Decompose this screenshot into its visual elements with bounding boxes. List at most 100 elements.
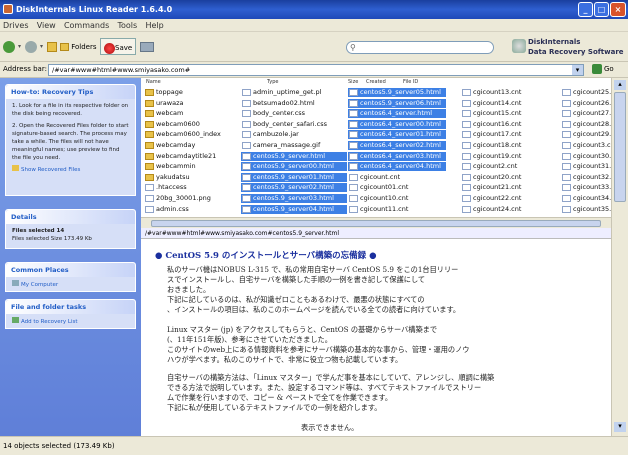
column-name[interactable]: Name [146,79,161,85]
column-file-id[interactable]: File ID [403,79,418,85]
file-item[interactable]: webcam [144,109,244,118]
column-size[interactable]: Size [348,79,358,85]
file-item[interactable]: cgicount27.cnt [561,109,611,118]
file-item[interactable]: webcam0600 [144,120,244,129]
file-item[interactable]: cgicount10.cnt [348,194,446,203]
file-item[interactable]: cgicount30.cnt [561,152,611,161]
add-to-recovery-link[interactable]: Add to Recovery List [6,314,135,329]
file-item[interactable]: cgicount18.cnt [461,141,541,150]
file-item[interactable]: cgicount24.cnt [461,205,541,214]
file-item[interactable]: cgicount01.cnt [348,183,446,192]
file-item[interactable]: admin.css [144,205,244,214]
menu-help[interactable]: Help [142,19,166,32]
file-item[interactable]: cgicount20.cnt [461,173,541,182]
file-item[interactable]: cgicount11.cnt [348,205,446,214]
file-item[interactable]: cgicount32.cnt [561,173,611,182]
details-panel-title[interactable]: Details [6,210,135,224]
file-item[interactable]: cgicount16.cnt [461,120,541,129]
file-item[interactable]: centos6.4_server04.html [348,162,446,172]
file-item[interactable]: cgicount29.cnt [561,130,611,139]
file-item[interactable]: centos6.4_server03.html [348,151,446,161]
file-item[interactable]: webcamday [144,141,244,150]
file-item[interactable]: toppage [144,88,244,97]
file-item[interactable]: cgicount33.cnt [561,183,611,192]
file-item[interactable]: cgicount13.cnt [461,88,541,97]
file-item[interactable]: centos5.9_server01.html [241,172,347,182]
horizontal-scroll-thumb[interactable] [151,220,601,227]
file-item[interactable]: cgicount28.cnt [561,120,611,129]
file-item[interactable]: webcammin [144,162,244,171]
file-item[interactable]: centos5.9_server03.html [241,194,347,203]
menu-commands[interactable]: Commands [61,19,112,32]
file-item[interactable]: cgicount15.cnt [461,109,541,118]
file-item[interactable]: cgicount21.cnt [461,183,541,192]
file-item[interactable]: 20bg_30001.png [144,194,244,203]
file-item[interactable]: webcam0600_index [144,130,244,139]
file-item[interactable]: cgicount17.cnt [461,130,541,139]
file-item[interactable]: cgicount19.cnt [461,152,541,161]
file-item[interactable]: cgicount25.cnt [561,88,611,97]
file-item[interactable]: centos5.9_server.html [241,151,347,161]
file-item[interactable]: cgicount14.cnt [461,99,541,108]
file-item[interactable]: centos5.9_server00.html [241,162,347,172]
file-item[interactable]: betsumado02.html [241,99,347,108]
vertical-scroll-thumb[interactable] [614,92,626,202]
file-item[interactable]: centos5.9_server06.html [348,98,446,108]
go-button[interactable]: Go [604,65,614,73]
save-button[interactable]: Save [100,38,137,55]
go-icon[interactable] [592,64,602,74]
show-recovered-link[interactable]: Show Recovered Files [12,165,129,174]
file-item[interactable]: cgicount26.cnt [561,99,611,108]
file-item[interactable]: webcamdaytitle21 [144,152,244,161]
address-dropdown-icon[interactable]: ▾ [572,65,583,75]
maximize-button[interactable]: □ [594,2,609,17]
file-item[interactable]: camera_massage.gif [241,141,347,150]
menu-drives[interactable]: Drives [0,19,32,32]
file-item[interactable]: cgicount22.cnt [461,194,541,203]
column-type[interactable]: Type [267,79,278,85]
file-item[interactable]: cgicount35.cnt [561,205,611,214]
file-item[interactable]: centos6.4_server02.html [348,141,446,150]
common-places-title[interactable]: Common Places [6,263,135,277]
file-item[interactable]: centos5.9_server04.html [241,204,347,214]
menu-view[interactable]: View [34,19,59,32]
scroll-down-button[interactable]: ▾ [614,422,626,432]
file-name: centos5.9_server00.html [253,162,334,171]
forward-button[interactable] [25,38,37,56]
file-item[interactable]: centos5.9_server02.html [241,183,347,193]
search-input[interactable]: ⚲ [346,41,494,54]
horizontal-scrollbar[interactable] [141,217,611,228]
up-folder-icon[interactable] [47,42,57,52]
minimize-button[interactable]: _ [578,2,593,17]
vertical-scrollbar[interactable]: ▴ ▾ [611,78,628,436]
file-item[interactable]: cgicount3.cnt [561,141,611,150]
close-button[interactable]: × [610,2,626,17]
menu-tools[interactable]: Tools [114,19,140,32]
file-item[interactable]: centos5.9_server05.html [348,88,446,97]
back-dropdown[interactable]: ▾ [18,38,21,56]
file-item[interactable]: cambuzole.jar [241,130,347,139]
scroll-up-button[interactable]: ▴ [614,80,626,90]
file-item[interactable]: .htaccess [144,183,244,192]
file-item[interactable]: yakudatsu [144,173,244,182]
back-button[interactable] [3,38,15,56]
file-item[interactable]: cgicount31.cnt [561,162,611,171]
column-created[interactable]: Created [366,79,386,85]
address-input[interactable]: /#var#www#html#www.smiyasako.com# ▾ [48,64,584,76]
forward-dropdown[interactable]: ▾ [40,38,43,56]
my-computer-link[interactable]: My Computer [6,277,135,292]
file-item[interactable]: body_center.css [241,109,347,118]
file-item[interactable]: urawaza [144,99,244,108]
file-item[interactable]: cgicount34.cnt [561,194,611,203]
file-item[interactable]: cgicount.cnt [348,173,446,182]
tips-panel-title[interactable]: How-to: Recovery Tips [6,85,135,99]
view-mode-icon[interactable] [140,42,154,52]
folders-button[interactable]: Folders [60,38,97,56]
file-tasks-title[interactable]: File and folder tasks [6,300,135,314]
file-item[interactable]: centos6.4_server01.html [348,130,446,140]
file-item[interactable]: centos6.4_server.html [348,109,446,119]
file-item[interactable]: admin_uptime_get.pl [241,88,347,97]
file-item[interactable]: body_center_safari.css [241,120,347,129]
file-item[interactable]: cgicount2.cnt [461,162,541,171]
file-item[interactable]: centos6.4_server00.html [348,119,446,129]
